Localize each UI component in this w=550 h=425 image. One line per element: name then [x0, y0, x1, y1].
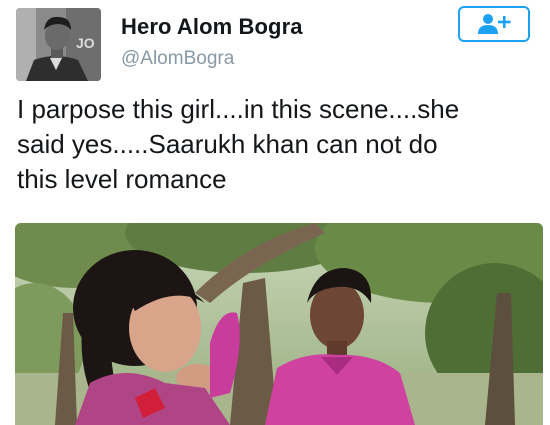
tweet-photo-image — [15, 223, 543, 425]
tweet-text-line: I parpose this girl....in this scene....… — [17, 94, 460, 124]
tweet-card: JO Hero Alom Bogra @AlomBogra I parpose … — [0, 0, 550, 425]
follow-button[interactable] — [458, 6, 530, 42]
tweet-text-line: said yes.....Saarukh khan can not do — [17, 129, 438, 159]
author-handle[interactable]: @AlomBogra — [121, 48, 234, 70]
follow-person-plus-icon — [478, 14, 511, 34]
avatar[interactable]: JO — [16, 8, 101, 81]
tweet-text: I parpose this girl....in this scene....… — [17, 92, 542, 197]
svg-text:JO: JO — [76, 35, 95, 51]
author-name[interactable]: Hero Alom Bogra — [121, 14, 303, 40]
tweet-photo[interactable] — [15, 223, 543, 425]
tweet-text-line: this level romance — [17, 164, 227, 194]
avatar-image: JO — [16, 8, 101, 81]
